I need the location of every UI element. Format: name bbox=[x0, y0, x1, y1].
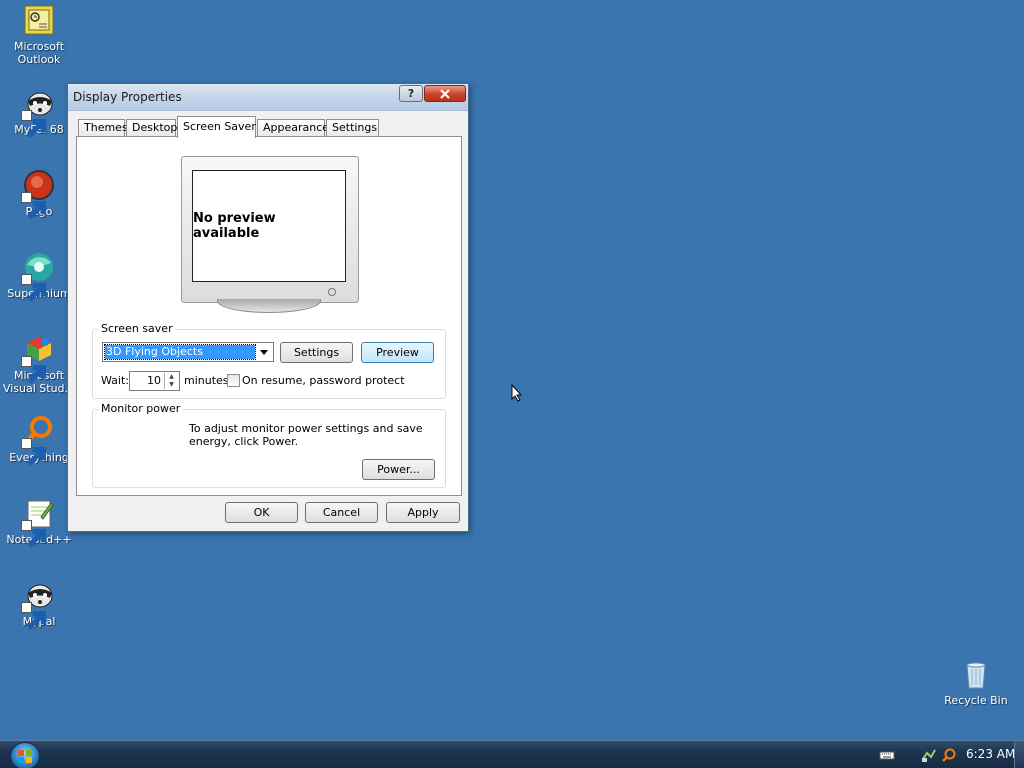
keyboard-tray-icon[interactable] bbox=[879, 747, 895, 763]
screen-saver-selected-value: 3D Flying Objects bbox=[104, 344, 256, 360]
wait-minutes-stepper[interactable]: 10 ▲ ▼ bbox=[129, 371, 180, 391]
screen-saver-panel: No preview available Screen saver 3D Fly… bbox=[76, 136, 462, 496]
spinner-up-icon[interactable]: ▲ bbox=[165, 373, 178, 381]
monitor-power-led-icon bbox=[328, 288, 336, 296]
help-button[interactable]: ? bbox=[399, 85, 423, 102]
close-button[interactable] bbox=[424, 85, 466, 102]
mypal-icon bbox=[21, 579, 55, 630]
visual-studio-icon bbox=[21, 333, 55, 384]
password-protect-checkbox[interactable] bbox=[227, 374, 240, 387]
shortcut-arrow-icon bbox=[21, 110, 46, 138]
password-protect-label[interactable]: On resume, password protect bbox=[242, 374, 405, 387]
everything-icon bbox=[21, 415, 55, 466]
ok-button[interactable]: OK bbox=[225, 502, 298, 523]
display-properties-dialog: Display Properties ? Themes Desktop Scre… bbox=[67, 83, 469, 532]
spinner-down-icon[interactable]: ▼ bbox=[165, 381, 178, 389]
wait-minutes-value[interactable]: 10 bbox=[147, 374, 161, 387]
recycle-bin-icon bbox=[960, 658, 992, 690]
minutes-label: minutes bbox=[184, 374, 229, 387]
preview-text: No preview available bbox=[193, 211, 276, 241]
shortcut-arrow-icon bbox=[21, 356, 46, 384]
shortcut-arrow-icon bbox=[21, 274, 46, 302]
dialog-titlebar[interactable]: Display Properties ? bbox=[68, 84, 468, 111]
screen-saver-group: Screen saver 3D Flying Objects Settings … bbox=[92, 323, 446, 399]
mypal-icon bbox=[21, 87, 55, 138]
preview-screen: No preview available bbox=[192, 170, 346, 282]
screen-saver-settings-button[interactable]: Settings bbox=[280, 342, 353, 363]
desktop-icon-mypal[interactable]: Mypal bbox=[0, 579, 78, 630]
taskbar: 6:23 AM bbox=[0, 740, 1024, 768]
monitor-power-group-label: Monitor power bbox=[99, 402, 183, 415]
outlook-icon bbox=[23, 4, 55, 36]
close-icon bbox=[440, 89, 450, 99]
apply-button[interactable]: Apply bbox=[386, 502, 460, 523]
tab-screen-saver[interactable]: Screen Saver bbox=[177, 116, 256, 138]
shortcut-arrow-icon bbox=[21, 438, 46, 466]
monitor-preview: No preview available bbox=[181, 156, 359, 303]
screen-saver-group-label: Screen saver bbox=[99, 322, 175, 335]
shortcut-arrow-icon bbox=[21, 520, 46, 548]
supermium-icon bbox=[21, 251, 55, 302]
network-tray-icon[interactable] bbox=[921, 747, 937, 763]
shortcut-arrow-icon bbox=[21, 602, 46, 630]
monitor-power-group: Monitor power To adjust monitor power se… bbox=[92, 403, 446, 488]
pego-icon bbox=[21, 169, 55, 220]
monitor-stand bbox=[217, 299, 321, 313]
screen-saver-preview-button[interactable]: Preview bbox=[361, 342, 434, 363]
screen-saver-select[interactable]: 3D Flying Objects bbox=[102, 342, 274, 362]
show-desktop-button[interactable] bbox=[1014, 741, 1024, 768]
wait-label: Wait: bbox=[101, 374, 129, 387]
dialog-title: Display Properties bbox=[73, 90, 182, 104]
windows-logo-icon bbox=[18, 750, 32, 763]
desktop-icon-label: Recycle Bin bbox=[944, 694, 1008, 707]
monitor-power-description: To adjust monitor power settings and sav… bbox=[189, 422, 423, 448]
spinner-buttons[interactable]: ▲ ▼ bbox=[164, 373, 178, 389]
desktop-icon-outlook[interactable]: Microsoft Outlook bbox=[0, 4, 78, 66]
chevron-down-icon[interactable] bbox=[256, 345, 271, 359]
notepadpp-icon bbox=[21, 497, 55, 548]
taskbar-clock[interactable]: 6:23 AM bbox=[966, 747, 1015, 761]
desktop-icon-label: Microsoft Outlook bbox=[13, 40, 65, 66]
start-button[interactable] bbox=[10, 742, 40, 768]
mouse-pointer-icon bbox=[511, 384, 523, 402]
power-button[interactable]: Power... bbox=[362, 459, 435, 480]
cancel-button[interactable]: Cancel bbox=[305, 502, 378, 523]
shortcut-arrow-icon bbox=[21, 192, 46, 220]
desktop-icon-recycle-bin[interactable]: Recycle Bin bbox=[937, 658, 1015, 707]
everything-search-tray-icon[interactable] bbox=[941, 747, 957, 763]
